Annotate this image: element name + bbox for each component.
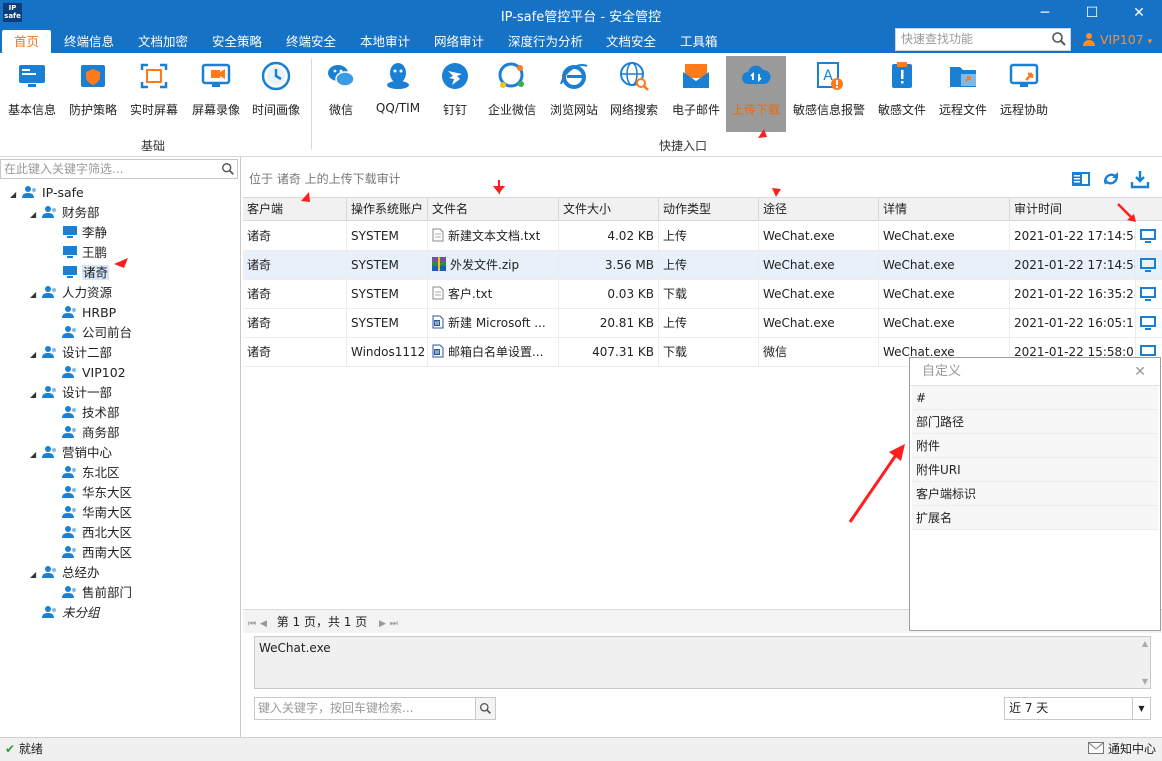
annotation-arrow-icon	[301, 192, 310, 202]
annotation-arrow-icon	[492, 180, 506, 195]
annotation-arrow-icon	[758, 129, 767, 138]
annotation-arrows	[114, 129, 1136, 523]
annotation-arrow-icon	[889, 444, 905, 461]
annotation-arrow-icon	[848, 454, 898, 523]
annotation-arrow-icon	[114, 258, 128, 268]
annotation-arrow-icon	[772, 188, 781, 197]
